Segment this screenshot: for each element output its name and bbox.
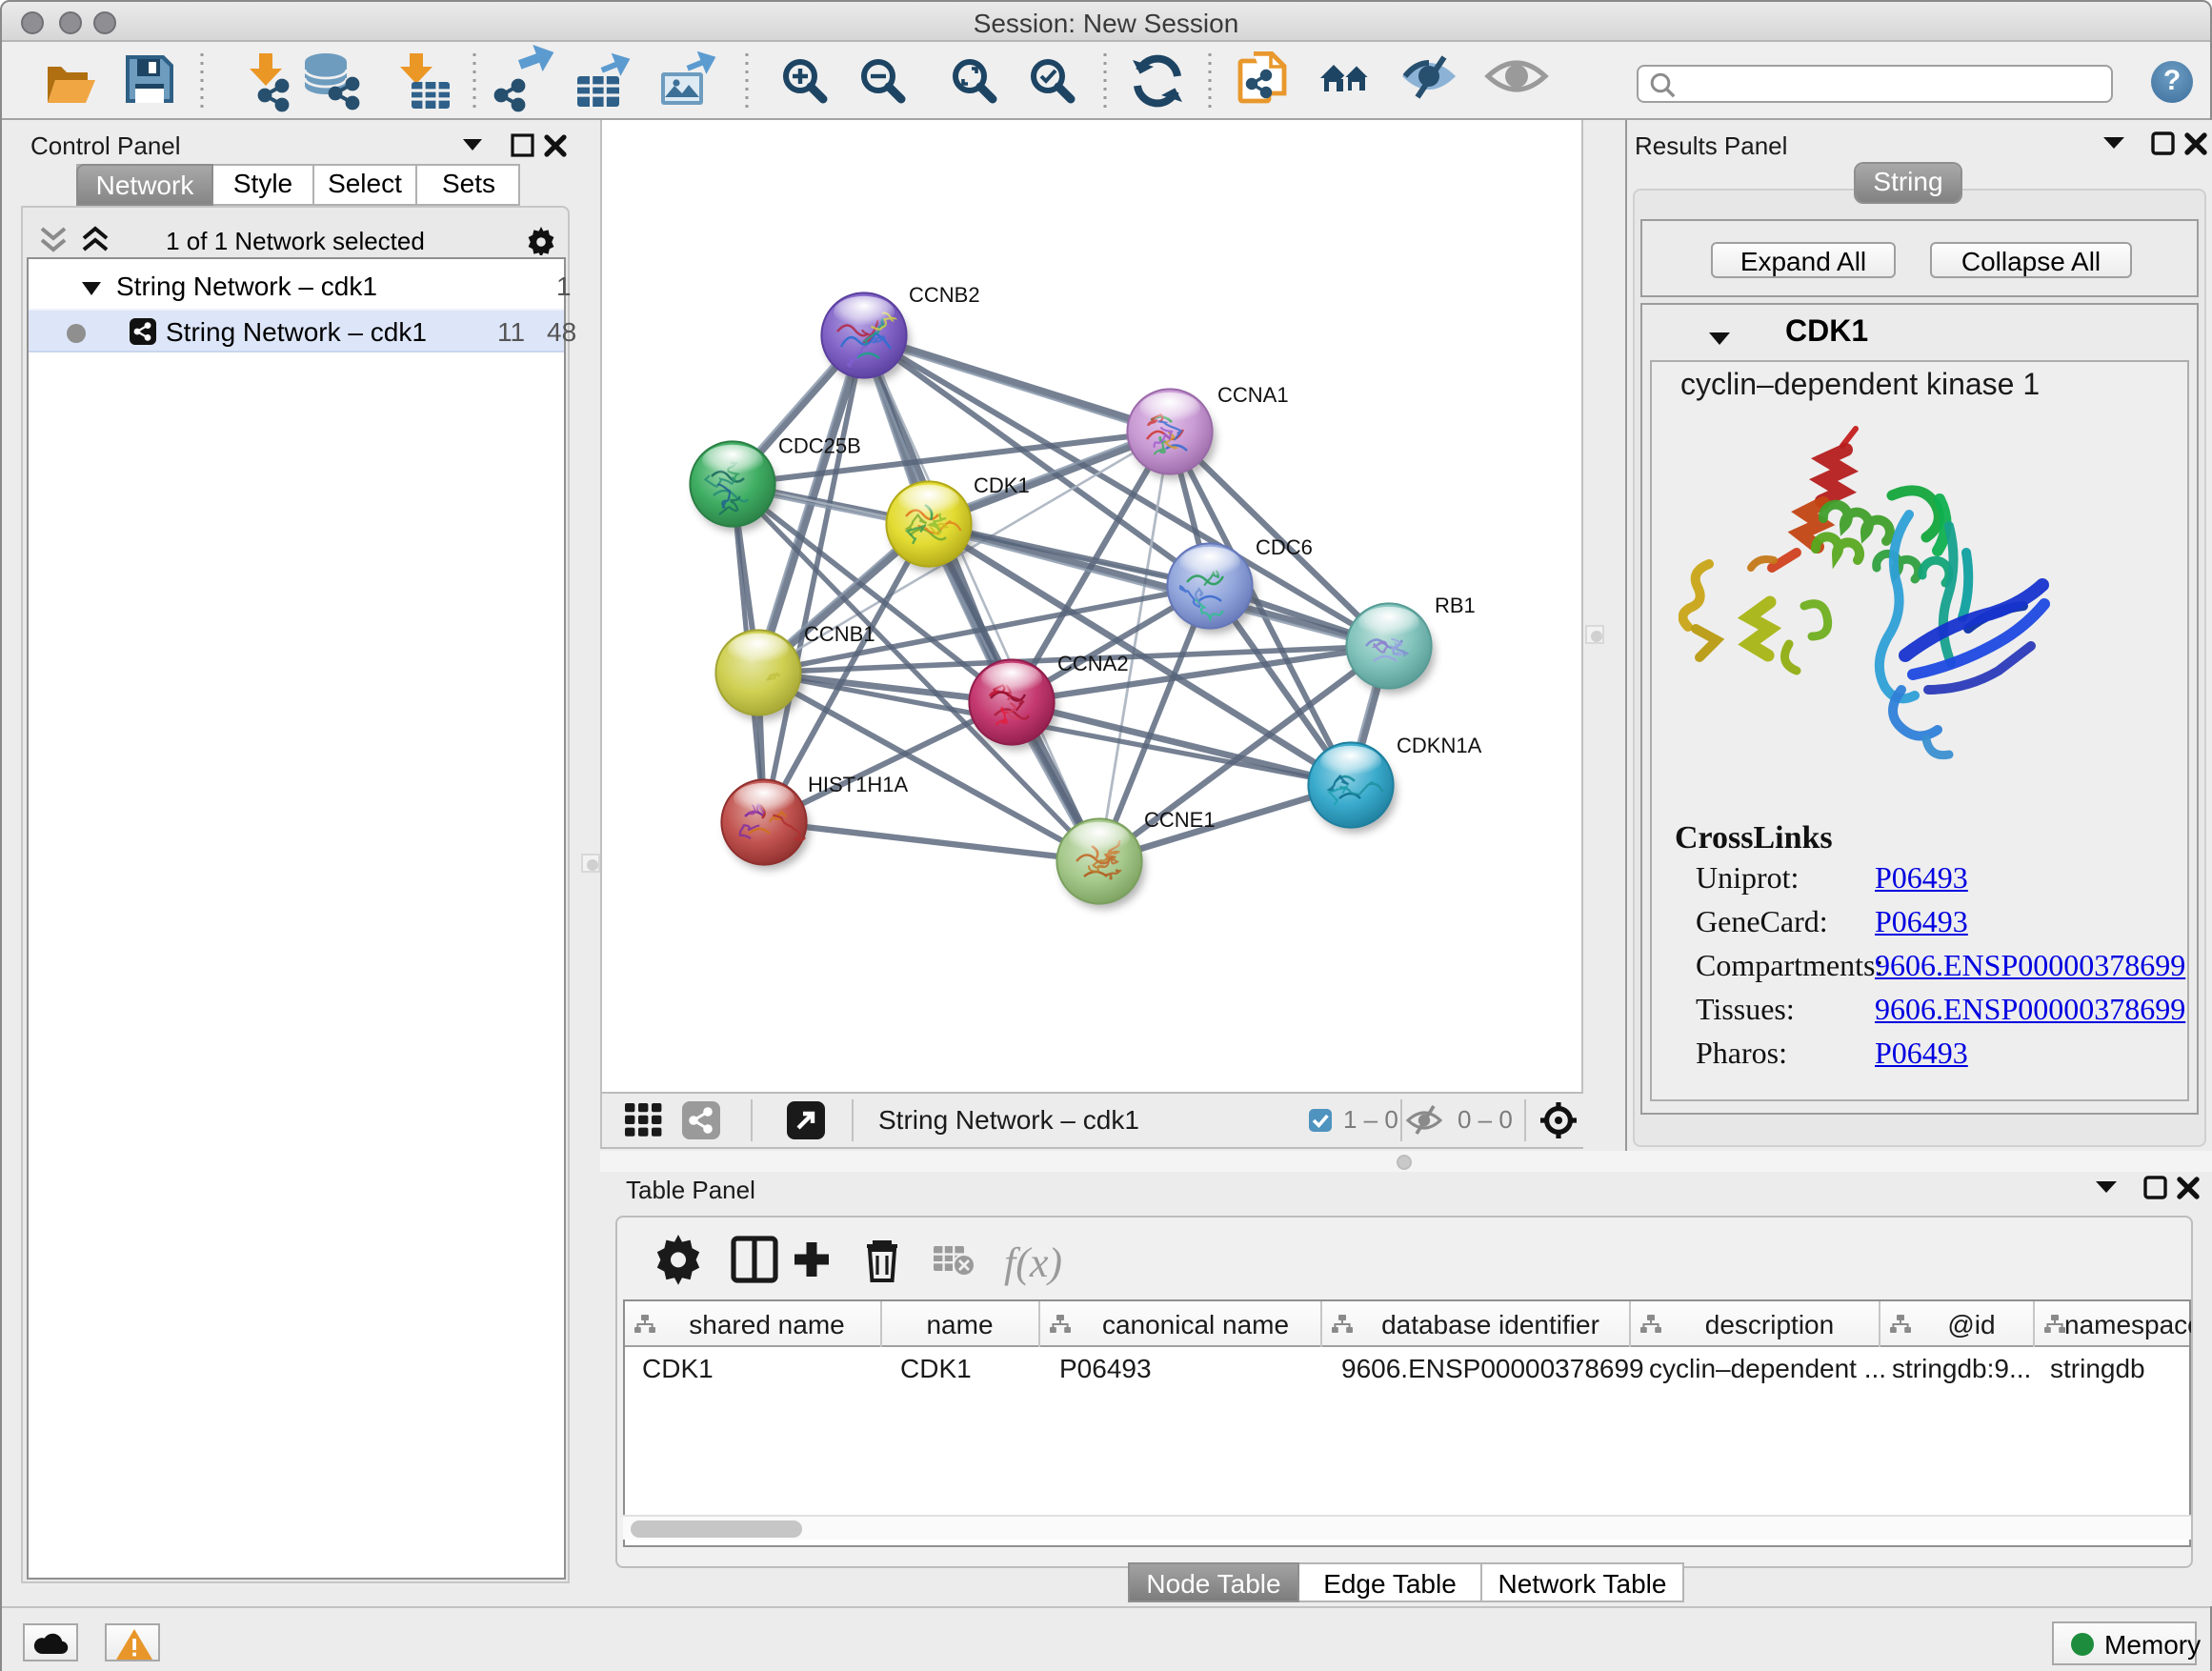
svg-text:HIST1H1A: HIST1H1A	[808, 773, 908, 796]
svg-text:CDK1: CDK1	[974, 473, 1030, 497]
svg-text:CDKN1A: CDKN1A	[1397, 734, 1482, 757]
svg-text:CCNA1: CCNA1	[1217, 383, 1289, 407]
svg-text:CCNE1: CCNE1	[1144, 808, 1216, 832]
svg-text:CDC25B: CDC25B	[778, 434, 861, 458]
svg-text:1 – 0: 1 – 0	[1343, 1105, 1398, 1134]
svg-text:RB1: RB1	[1435, 594, 1476, 617]
svg-text:String Network – cdk1: String Network – cdk1	[878, 1105, 1139, 1135]
svg-text:CCNA2: CCNA2	[1057, 652, 1129, 675]
svg-text:CCNB1: CCNB1	[804, 622, 875, 646]
svg-text:CDC6: CDC6	[1256, 535, 1313, 559]
svg-text:f(x): f(x)	[1004, 1239, 1062, 1286]
svg-text:CCNB2: CCNB2	[909, 283, 980, 307]
svg-text:0 – 0: 0 – 0	[1458, 1105, 1513, 1134]
